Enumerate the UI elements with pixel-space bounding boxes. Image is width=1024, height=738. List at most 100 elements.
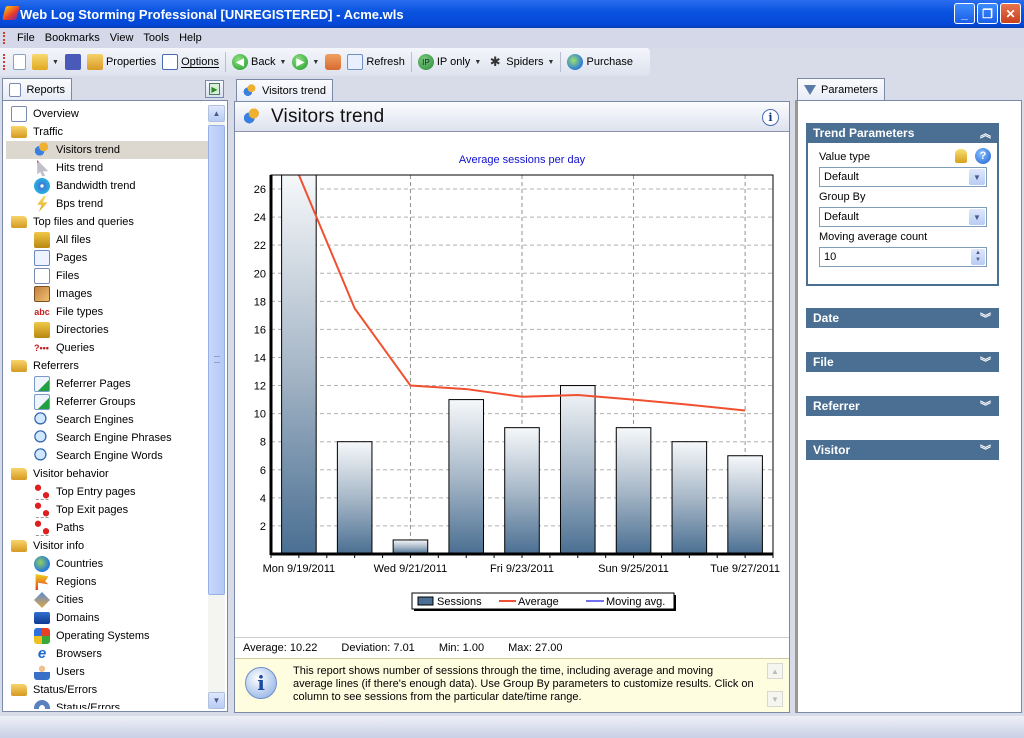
scroll-down-button[interactable]: ▼ (767, 691, 783, 707)
left-splitter[interactable] (229, 78, 233, 714)
tree-item[interactable]: Search Engine Phrases (6, 429, 210, 447)
options-button[interactable]: Options (159, 51, 222, 73)
tree-item[interactable]: Pages (6, 249, 210, 267)
scroll-up-button[interactable]: ▲ (767, 663, 783, 679)
spinner-icon[interactable]: ▲ ▼ (971, 249, 985, 265)
tree-item[interactable]: Bps trend (6, 195, 210, 213)
tree-item[interactable]: Directories (6, 321, 210, 339)
tree-item[interactable]: Images (6, 285, 210, 303)
refresh-button[interactable]: Refresh (344, 51, 408, 73)
tree-category[interactable]: Visitor behavior (6, 465, 210, 483)
chevron-down-icon[interactable]: ▼ (969, 209, 985, 225)
back-button[interactable]: ◀ Back ▼ (229, 51, 289, 73)
ip-icon: IP (417, 54, 434, 70)
expand-icon[interactable]: ︾ (980, 398, 991, 414)
chevron-down-icon[interactable]: ▼ (548, 59, 555, 66)
tree-item[interactable]: Countries (6, 555, 210, 573)
tree-category[interactable]: Visitor info (6, 537, 210, 555)
tree-item[interactable]: Top Exit pages (6, 501, 210, 519)
group-by-select[interactable]: Default ▼ (819, 207, 987, 227)
tree-item[interactable]: Users (6, 663, 210, 681)
forward-button[interactable]: ▶ ▼ (289, 51, 322, 73)
chevron-down-icon[interactable]: ▼ (969, 169, 985, 185)
tree-item[interactable]: All files (6, 231, 210, 249)
tree-item[interactable]: Paths (6, 519, 210, 537)
expand-icon[interactable]: ︾ (980, 310, 991, 326)
home-button[interactable] (322, 51, 344, 73)
tab-visitors-trend[interactable]: Visitors trend (236, 79, 333, 101)
properties-button[interactable]: Properties (84, 51, 159, 73)
referrer-group[interactable]: Referrer ︾ (806, 396, 999, 416)
date-group[interactable]: Date ︾ (806, 308, 999, 328)
chevron-down-icon[interactable]: ▼ (312, 59, 319, 66)
lock-icon[interactable] (955, 149, 967, 163)
menu-file[interactable]: File (12, 32, 40, 44)
tree-item[interactable]: Visitors trend (6, 141, 210, 159)
tree-item[interactable]: Top Entry pages (6, 483, 210, 501)
visitor-group[interactable]: Visitor ︾ (806, 440, 999, 460)
panel-toggle-button[interactable]: ▶ (205, 80, 224, 98)
value-type-select[interactable]: Default ▼ (819, 167, 987, 187)
scroll-up-button[interactable]: ▲ (208, 105, 225, 122)
description-scrollbar[interactable]: ▲ ▼ (767, 663, 783, 709)
tree-category[interactable]: Overview (6, 105, 210, 123)
tree-item[interactable]: Hits trend (6, 159, 210, 177)
tab-parameters[interactable]: Parameters (797, 78, 885, 100)
restore-button[interactable]: ❐ (977, 3, 998, 24)
right-splitter[interactable] (791, 78, 795, 714)
trend-parameters-header[interactable]: Trend Parameters ︽ (806, 123, 999, 143)
tree-category[interactable]: Referrers (6, 357, 210, 375)
tree-item[interactable]: Bandwidth trend (6, 177, 210, 195)
scroll-thumb[interactable] (208, 125, 225, 595)
purchase-button[interactable]: Purchase (564, 51, 635, 73)
tree-item[interactable]: Search Engines (6, 411, 210, 429)
tab-reports[interactable]: Reports (2, 78, 72, 100)
tree-item[interactable]: Referrer Groups (6, 393, 210, 411)
help-icon[interactable]: ? (975, 148, 991, 164)
tree-item[interactable]: abc File types (6, 303, 210, 321)
tree-item[interactable]: Operating Systems (6, 627, 210, 645)
menu-bookmarks[interactable]: Bookmarks (40, 32, 105, 44)
tree-category[interactable]: Traffic (6, 123, 210, 141)
menu-help[interactable]: Help (174, 32, 207, 44)
collapse-icon[interactable]: ︽ (980, 125, 991, 141)
spiders-button[interactable]: ✱ Spiders ▼ (484, 51, 557, 73)
tree-category[interactable]: Top files and queries (6, 213, 210, 231)
menu-grip[interactable] (3, 32, 5, 44)
globe-icon (34, 556, 50, 572)
save-button[interactable] (62, 51, 84, 73)
info-icon[interactable]: i (762, 109, 779, 126)
expand-icon[interactable]: ︾ (980, 442, 991, 458)
open-button[interactable]: ▼ (29, 51, 62, 73)
file-group[interactable]: File ︾ (806, 352, 999, 372)
moving-average-input[interactable]: 10 ▲ ▼ (819, 247, 987, 267)
close-button[interactable]: ✕ (1000, 3, 1021, 24)
tree-item[interactable]: Regions (6, 573, 210, 591)
tree-item[interactable]: Referrer Pages (6, 375, 210, 393)
y-tick-label: 16 (254, 324, 266, 336)
new-button[interactable] (10, 51, 29, 73)
chevron-down-icon[interactable]: ▼ (474, 59, 481, 66)
menu-tools[interactable]: Tools (138, 32, 174, 44)
ip-only-button[interactable]: IP IP only ▼ (415, 51, 484, 73)
sessions-chart[interactable]: Average sessions per day2468101214161820… (235, 133, 789, 633)
tree-category[interactable]: Status/Errors (6, 681, 210, 699)
chevron-down-icon[interactable]: ▼ (52, 59, 59, 66)
tree-item[interactable]: Status/Errors (6, 699, 210, 709)
tree-item[interactable]: e Browsers (6, 645, 210, 663)
tree-item[interactable]: Cities (6, 591, 210, 609)
tree-scrollbar[interactable]: ▲ ▼ (208, 105, 225, 709)
tree-item-label: Files (56, 270, 80, 282)
ip-only-label: IP only (436, 56, 471, 68)
tree-item[interactable]: Domains (6, 609, 210, 627)
menu-view[interactable]: View (105, 32, 139, 44)
tree-item[interactable]: Search Engine Words (6, 447, 210, 465)
scroll-down-button[interactable]: ▼ (208, 692, 225, 709)
minimize-button[interactable]: _ (954, 3, 975, 24)
toolbar-grip[interactable] (3, 54, 5, 70)
chevron-down-icon[interactable]: ▼ (279, 59, 286, 66)
tree-item[interactable]: Files (6, 267, 210, 285)
expand-icon[interactable]: ︾ (980, 354, 991, 370)
folder-icon (11, 684, 27, 696)
tree-item[interactable]: ?••• Queries (6, 339, 210, 357)
